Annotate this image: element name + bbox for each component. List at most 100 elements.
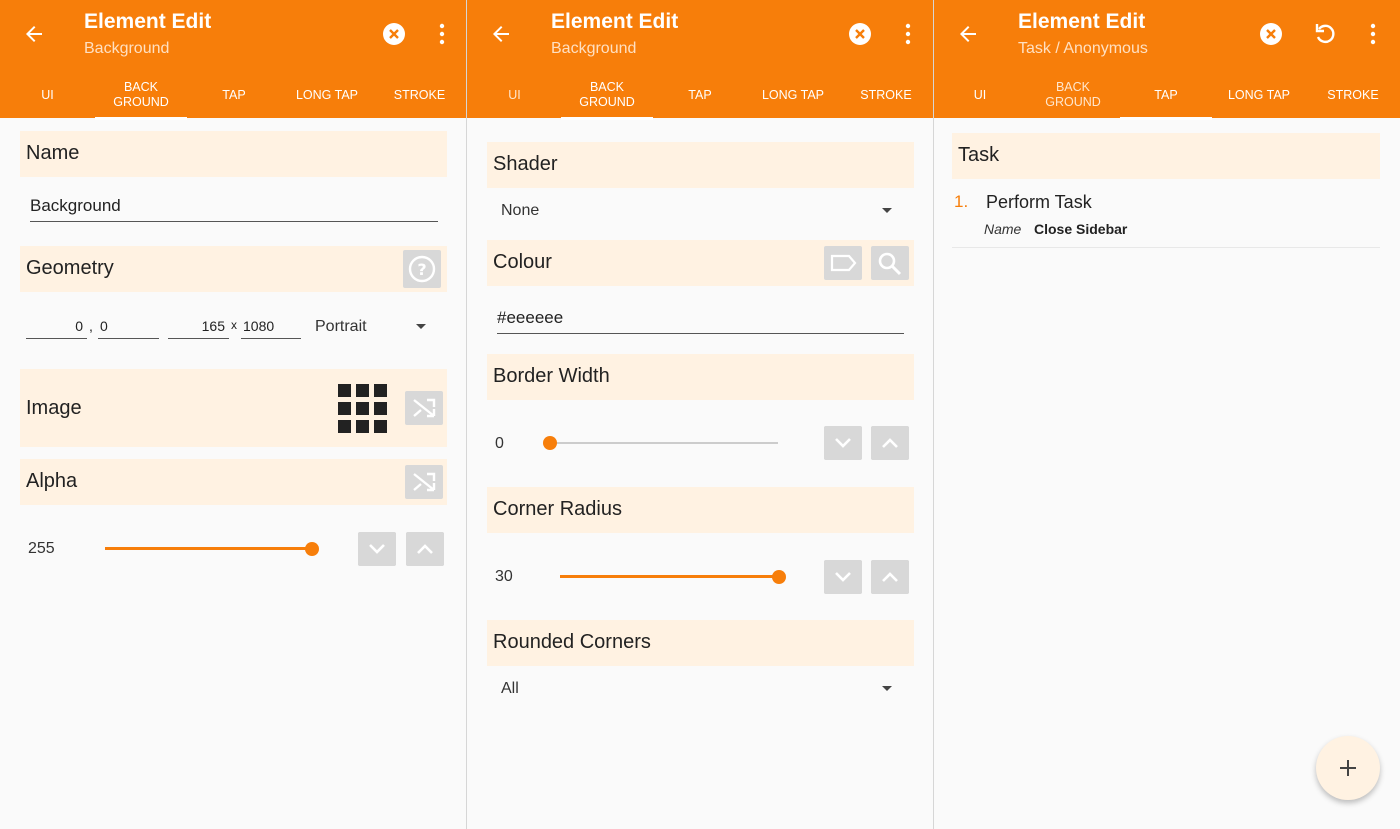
chevron-down-icon[interactable] [416, 324, 426, 329]
geometry-x-field[interactable]: 0 [26, 318, 87, 339]
tab-long-tap[interactable]: LONG TAP [747, 72, 839, 118]
chevron-up-icon[interactable] [871, 560, 909, 594]
image-label: Image [26, 397, 82, 419]
border-width-section-header: Border Width [487, 354, 914, 400]
help-icon[interactable]: ? [403, 250, 441, 288]
svg-text:?: ? [417, 260, 426, 279]
tag-icon[interactable] [824, 246, 862, 280]
alpha-slider-fill [105, 547, 312, 550]
colour-field[interactable]: #eeeeee [497, 308, 904, 334]
task-item-param-value: Close Sidebar [1034, 221, 1128, 237]
plus-icon [1340, 760, 1356, 776]
border-width-slider-knob[interactable] [543, 436, 557, 450]
tab-background[interactable]: BACK GROUND [561, 72, 653, 120]
rounded-corners-label: Rounded Corners [493, 631, 651, 653]
chevron-down-icon[interactable] [824, 426, 862, 460]
task-item-number: 1. [954, 192, 969, 211]
page-title: Element Edit [1018, 10, 1146, 33]
tab-ui[interactable]: UI [0, 72, 95, 118]
rounded-corners-section-header: Rounded Corners [487, 620, 914, 666]
back-arrow-icon[interactable] [489, 22, 513, 46]
tab-long-tap[interactable]: LONG TAP [281, 72, 373, 118]
geometry-y-field[interactable]: 0 [98, 318, 159, 339]
corner-radius-section-header: Corner Radius [487, 487, 914, 533]
app-bar: Element Edit Task / Anonymous UI BACK GR… [934, 0, 1400, 120]
geometry-section-header: Geometry ? [20, 246, 447, 292]
task-item-title[interactable]: Perform Task [986, 192, 1092, 213]
corner-radius-value: 30 [495, 568, 513, 585]
chevron-down-icon[interactable] [824, 560, 862, 594]
corner-radius-slider-fill [560, 575, 779, 578]
more-vert-icon[interactable] [894, 20, 922, 48]
task-section-header: Task [952, 133, 1380, 179]
close-circle-icon[interactable] [1257, 20, 1285, 48]
tab-bar: UI BACK GROUND TAP LONG TAP STROKE [467, 72, 933, 120]
geometry-label: Geometry [26, 257, 114, 279]
page-subtitle: Background [551, 40, 637, 57]
grid-icon[interactable] [337, 383, 389, 435]
more-vert-icon[interactable] [1359, 20, 1387, 48]
name-field[interactable]: Background [30, 196, 438, 222]
tab-tap[interactable]: TAP [187, 72, 281, 118]
chevron-up-icon[interactable] [871, 426, 909, 460]
search-icon[interactable] [871, 246, 909, 280]
app-bar: Element Edit Background UI BACK GROUND T… [467, 0, 933, 120]
tab-background[interactable]: BACK GROUND [1026, 72, 1120, 118]
add-task-button[interactable] [1316, 736, 1380, 800]
border-width-slider-track[interactable] [550, 442, 778, 444]
shader-section-header: Shader [487, 142, 914, 188]
tab-bar: UI BACK GROUND TAP LONG TAP STROKE [0, 72, 466, 120]
more-vert-icon[interactable] [428, 20, 456, 48]
border-width-value: 0 [495, 435, 504, 452]
chevron-down-icon[interactable] [882, 686, 892, 691]
shader-select[interactable]: None [501, 202, 539, 220]
page-title: Element Edit [84, 10, 212, 33]
colour-section-header: Colour [487, 240, 914, 286]
chevron-down-icon[interactable] [358, 532, 396, 566]
tab-long-tap[interactable]: LONG TAP [1212, 72, 1306, 118]
tab-tap[interactable]: TAP [653, 72, 747, 118]
alpha-slider-knob[interactable] [305, 542, 319, 556]
tab-ui[interactable]: UI [934, 72, 1026, 118]
colour-label: Colour [493, 251, 552, 273]
screen-background-ui: Element Edit Background UI BACK GROUND T… [0, 0, 466, 829]
alpha-section-header: Alpha [20, 459, 447, 505]
geometry-height-field[interactable]: 1080 [241, 318, 301, 339]
reset-icon[interactable] [1311, 20, 1339, 48]
tab-bar: UI BACK GROUND TAP LONG TAP STROKE [934, 72, 1400, 120]
screen-tap-task: Element Edit Task / Anonymous UI BACK GR… [934, 0, 1400, 829]
task-item-param-key: Name [984, 221, 1022, 237]
back-arrow-icon[interactable] [22, 22, 46, 46]
tab-stroke[interactable]: STROKE [839, 72, 933, 118]
orientation-select[interactable]: Portrait [315, 318, 367, 336]
border-width-label: Border Width [493, 365, 610, 387]
geometry-comma: , [89, 318, 93, 334]
app-bar: Element Edit Background UI BACK GROUND T… [0, 0, 466, 120]
page-subtitle: Task / Anonymous [1018, 40, 1148, 57]
task-label: Task [958, 144, 1000, 166]
shuffle-icon[interactable] [405, 465, 443, 499]
tab-ui[interactable]: UI [487, 72, 542, 118]
close-circle-icon[interactable] [846, 20, 874, 48]
page-title: Element Edit [551, 10, 679, 33]
rounded-corners-select[interactable]: All [501, 680, 519, 698]
tab-stroke[interactable]: STROKE [1306, 72, 1400, 118]
screens-container: Element Edit Background UI BACK GROUND T… [0, 0, 1400, 829]
chevron-up-icon[interactable] [406, 532, 444, 566]
back-arrow-icon[interactable] [956, 22, 980, 46]
tab-stroke[interactable]: STROKE [373, 72, 466, 118]
corner-radius-slider-knob[interactable] [772, 570, 786, 584]
tab-background[interactable]: BACK GROUND [95, 72, 187, 120]
geometry-width-field[interactable]: 165 [168, 318, 229, 339]
corner-radius-label: Corner Radius [493, 498, 622, 520]
close-circle-icon[interactable] [380, 20, 408, 48]
page-subtitle: Background [84, 40, 170, 57]
chevron-down-icon[interactable] [882, 208, 892, 213]
screen-background-style: Element Edit Background UI BACK GROUND T… [467, 0, 933, 829]
task-item-divider [952, 247, 1380, 248]
shader-label: Shader [493, 153, 558, 175]
shuffle-icon[interactable] [405, 391, 443, 425]
name-label: Name [26, 142, 80, 164]
tab-tap[interactable]: TAP [1120, 72, 1212, 120]
name-section-header: Name [20, 131, 447, 177]
